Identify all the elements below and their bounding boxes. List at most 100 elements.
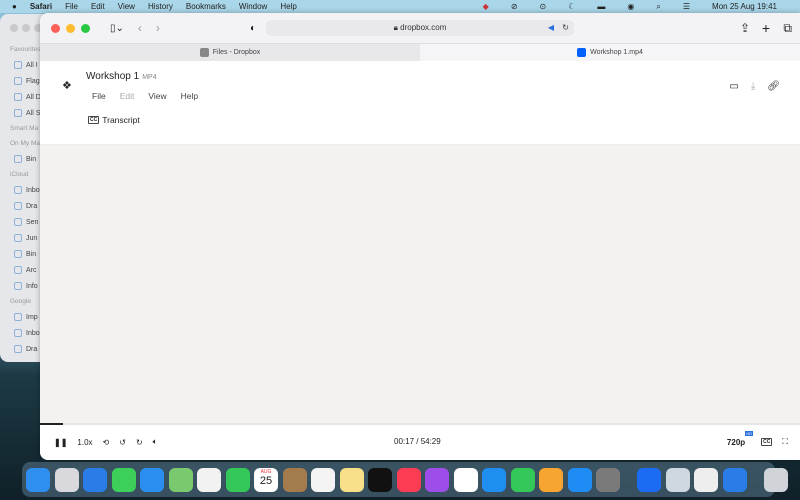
dock-messages-icon[interactable] xyxy=(111,467,136,492)
mailbox-icon xyxy=(14,61,22,69)
transcript-button[interactable]: CC Transcript xyxy=(88,115,140,125)
edit-menu[interactable]: Edit xyxy=(120,91,135,101)
dock-tv-icon[interactable] xyxy=(368,467,392,492)
reload-icon[interactable]: ↻ xyxy=(562,20,569,36)
dock-podcasts-icon[interactable] xyxy=(425,467,449,492)
zoom-button[interactable] xyxy=(81,23,90,33)
address-bar[interactable]: 🔒︎ dropbox.com ◀︎ ↻ xyxy=(266,20,574,36)
mailbox-label: Inbo xyxy=(26,186,40,194)
share-icon[interactable]: ⇪ xyxy=(740,21,750,35)
speed-button[interactable]: 1.0x xyxy=(77,438,92,447)
menu-window[interactable]: Window xyxy=(239,2,267,11)
search-icon[interactable]: ⌕ xyxy=(656,2,660,12)
dock-bin-icon[interactable] xyxy=(763,467,788,492)
hd-badge: HD xyxy=(745,430,754,436)
time-display: 00:17 / 54:29 xyxy=(394,437,441,446)
file-menu[interactable]: File xyxy=(92,91,106,101)
dock-pages-icon[interactable] xyxy=(539,467,563,492)
dock-music-icon[interactable] xyxy=(396,467,421,492)
dock-facetime-icon[interactable] xyxy=(225,467,250,492)
help-menu[interactable]: Help xyxy=(181,91,198,101)
dock-preview-icon[interactable] xyxy=(665,467,690,492)
dock-calendar-icon[interactable]: AUG 25 xyxy=(254,467,278,492)
link-icon[interactable]: 🔗︎ xyxy=(767,81,780,92)
clock[interactable]: Mon 25 Aug 19:41 xyxy=(712,2,777,11)
dock-news-icon[interactable] xyxy=(453,467,478,492)
forward-10-icon[interactable]: ↻ xyxy=(136,438,143,447)
mailbox-icon xyxy=(14,218,22,226)
video-area[interactable] xyxy=(40,145,800,423)
dock-numbers-icon[interactable] xyxy=(510,467,535,492)
tab-label: Files - Dropbox xyxy=(212,49,261,56)
menu-file[interactable]: File xyxy=(65,2,78,11)
dock-maps-icon[interactable] xyxy=(168,467,193,492)
dock-keynote-icon[interactable] xyxy=(482,467,506,492)
menu-app[interactable]: Safari xyxy=(30,2,52,11)
dock-safari-icon[interactable] xyxy=(722,467,747,492)
menu-view[interactable]: View xyxy=(118,2,135,11)
moon-icon[interactable]: ☾ xyxy=(568,2,575,11)
dock-zoom-icon[interactable] xyxy=(637,467,661,492)
tab-workshop[interactable]: Workshop 1.mp4 xyxy=(420,44,800,61)
rewind-10-icon[interactable]: ↺ xyxy=(119,438,126,447)
loop-icon[interactable]: ⟲ xyxy=(103,438,110,447)
quality-button[interactable]: 720p HD xyxy=(727,430,754,447)
mailbox-label: Imp xyxy=(26,313,38,321)
lock-icon: 🔒︎ xyxy=(393,23,398,32)
mailbox-icon xyxy=(14,109,22,117)
comment-icon[interactable]: ▭ xyxy=(729,81,738,92)
view-menu[interactable]: View xyxy=(148,91,166,101)
dock-finder-icon[interactable] xyxy=(26,467,50,492)
dock-notes-icon[interactable] xyxy=(339,467,364,492)
dropbox-status-icon[interactable]: ◆ xyxy=(483,2,489,11)
dock-launchpad-icon[interactable] xyxy=(54,467,79,492)
mailbox-icon xyxy=(14,345,22,353)
file-type: MP4 xyxy=(142,74,157,81)
new-tab-icon[interactable]: + xyxy=(762,20,770,36)
dock-preview2-icon[interactable] xyxy=(694,467,718,492)
menu-history[interactable]: History xyxy=(148,2,173,11)
menu-help[interactable]: Help xyxy=(280,2,296,11)
mailbox-icon xyxy=(14,93,22,101)
mailbox-label: Bin xyxy=(26,155,37,163)
battery-icon[interactable]: ▬ xyxy=(597,2,605,11)
dock-contacts-icon[interactable] xyxy=(282,467,307,492)
mailbox-label: All D xyxy=(26,93,41,101)
forward-icon[interactable]: › xyxy=(156,21,160,35)
menu-bookmarks[interactable]: Bookmarks xyxy=(186,2,226,11)
dropbox-logo-icon[interactable]: ❖ xyxy=(62,79,72,92)
minimize-button[interactable] xyxy=(66,23,75,33)
download-icon[interactable]: ⤓ xyxy=(751,81,755,92)
back-icon[interactable]: ‹ xyxy=(138,21,142,35)
mailbox-icon xyxy=(14,202,22,210)
audio-icon[interactable]: ◀︎ xyxy=(548,20,554,36)
dock-safari-icon[interactable] xyxy=(83,467,107,492)
fullscreen-icon[interactable]: ⛶ xyxy=(782,437,788,447)
dock-system-settings-icon[interactable] xyxy=(596,467,620,492)
sidebar-icon[interactable]: ▯⌄ xyxy=(110,23,124,34)
menu-edit[interactable]: Edit xyxy=(91,2,105,11)
volume-icon[interactable]: 🔈︎ xyxy=(153,437,158,447)
dock-reminders-icon[interactable] xyxy=(311,467,335,492)
calendar-day: 25 xyxy=(259,474,273,487)
tab-overview-icon[interactable]: ⧉ xyxy=(783,21,792,36)
mailbox-label: Bin xyxy=(26,250,37,258)
dock-mail-icon[interactable] xyxy=(140,467,164,492)
control-center-icon[interactable]: ☰ xyxy=(683,2,690,11)
apple-icon[interactable]: ● xyxy=(12,2,17,11)
pause-icon[interactable]: ❚❚ xyxy=(54,438,67,447)
play-icon[interactable]: ⊙ xyxy=(540,2,547,11)
captions-button[interactable]: CC xyxy=(761,438,773,446)
mailbox-icon xyxy=(14,77,22,85)
privacy-shield-icon[interactable]: ◐ xyxy=(250,23,256,34)
mailbox-label: Dra xyxy=(26,202,38,210)
mailbox-icon xyxy=(14,234,22,242)
dock-app-store-icon[interactable] xyxy=(567,467,592,492)
progress-bar[interactable] xyxy=(40,423,800,425)
tab-files-dropbox[interactable]: Files - Dropbox xyxy=(40,44,420,61)
close-button[interactable] xyxy=(51,23,60,33)
user-icon[interactable]: ◉ xyxy=(627,2,634,11)
dropbox-favicon xyxy=(577,48,587,57)
dock-photos-icon[interactable] xyxy=(197,467,221,492)
focus-icon[interactable]: ⊘ xyxy=(511,2,518,11)
